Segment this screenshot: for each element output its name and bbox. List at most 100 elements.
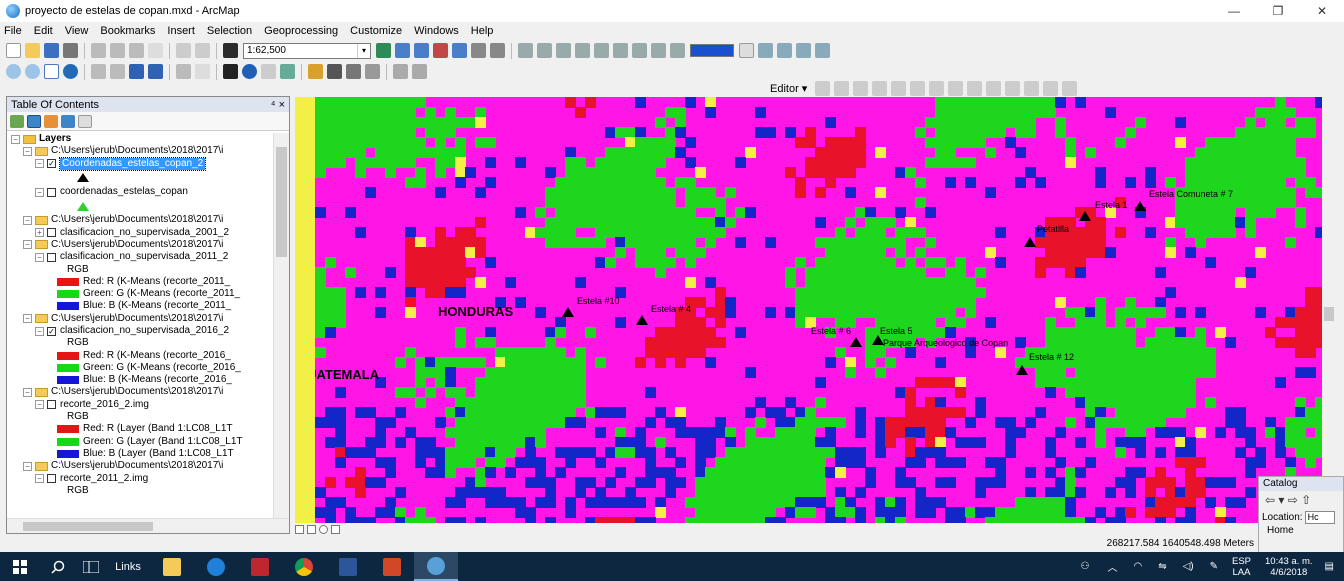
input-language[interactable]: ESP LAA <box>1232 556 1251 578</box>
point-icon[interactable] <box>910 80 926 96</box>
toc-row[interactable]: − C:\Users\jerub\Documents\2018\2017\i <box>7 214 275 226</box>
menu-item-geoprocessing[interactable]: Geoprocessing <box>264 25 338 37</box>
toc-row[interactable]: Green: G (K-Means (recorte_2016_ <box>7 362 275 374</box>
fixed-zoom-in-icon[interactable] <box>91 64 106 79</box>
expand-toggle-icon[interactable]: − <box>35 159 44 169</box>
expand-toggle-icon[interactable]: − <box>23 387 32 397</box>
start-button[interactable] <box>0 552 40 581</box>
layer-visibility-checkbox[interactable] <box>47 252 56 262</box>
toc-row[interactable]: Blue: B (Layer (Band 1:LC08_L1T <box>7 448 275 460</box>
georef-tool-3-icon[interactable] <box>556 43 571 58</box>
end-point-arc-icon[interactable] <box>872 80 888 96</box>
maximize-button[interactable]: ❐ <box>1256 0 1300 22</box>
time-slider-icon[interactable] <box>393 64 408 79</box>
toc-row[interactable]: − C:\Users\jerub\Documents\2018\2017\i <box>7 145 275 157</box>
layer-visibility-checkbox[interactable] <box>47 400 56 410</box>
toc-row[interactable] <box>7 170 275 186</box>
sketch-properties-icon[interactable] <box>1043 80 1059 96</box>
save-icon[interactable] <box>44 43 59 58</box>
map-scale-input[interactable]: 1:62,500 ▾ <box>243 42 371 59</box>
options-icon[interactable] <box>78 114 92 128</box>
toc-vertical-scrollbar[interactable] <box>273 133 289 519</box>
layout-view-button[interactable] <box>307 524 316 534</box>
toc-row[interactable]: − recorte_2011_2.img <box>7 472 275 484</box>
toc-row[interactable]: − C:\Users\jerub\Documents\2018\2017\i <box>7 460 275 472</box>
menu-item-help[interactable]: Help <box>471 25 494 37</box>
edge-button[interactable] <box>194 552 238 581</box>
volume-icon[interactable]: ◁) <box>1183 561 1194 572</box>
toc-row[interactable]: RGB <box>7 263 275 275</box>
python-icon[interactable] <box>471 43 486 58</box>
toc-row[interactable]: − Layers <box>7 133 275 145</box>
menu-item-bookmarks[interactable]: Bookmarks <box>100 25 155 37</box>
expand-toggle-icon[interactable]: − <box>23 461 32 471</box>
menu-item-edit[interactable]: Edit <box>34 25 53 37</box>
expand-toggle-icon[interactable]: − <box>23 240 32 250</box>
cut-icon[interactable] <box>91 43 106 58</box>
layer-visibility-checkbox[interactable] <box>47 187 56 197</box>
black-triangle-symbol-icon[interactable] <box>77 173 89 183</box>
select-elements-icon[interactable] <box>223 64 238 79</box>
expand-toggle-icon[interactable]: − <box>35 187 44 197</box>
expand-toggle-icon[interactable]: − <box>35 326 44 336</box>
search-button[interactable] <box>40 552 76 581</box>
catalog-navigation[interactable]: ⇦ ▾ ⇨ ⇧ <box>1259 491 1343 509</box>
toc-row[interactable] <box>7 198 275 214</box>
add-data-icon[interactable] <box>223 43 238 58</box>
measure-icon[interactable] <box>308 64 323 79</box>
georef-tool-1-icon[interactable] <box>518 43 533 58</box>
pan-icon[interactable] <box>44 64 59 79</box>
editor-toolbar-icon[interactable] <box>376 43 391 58</box>
layout-tool-2-icon[interactable] <box>777 43 792 58</box>
task-view-button[interactable] <box>76 552 106 581</box>
select-features-icon[interactable] <box>176 64 191 79</box>
straight-segment-icon[interactable] <box>853 80 869 96</box>
expand-toggle-icon[interactable]: − <box>11 134 20 144</box>
expand-toggle-icon[interactable]: − <box>23 215 32 225</box>
create-features-icon[interactable] <box>1062 80 1078 96</box>
georef-tool-6-icon[interactable] <box>613 43 628 58</box>
html-popup-icon[interactable] <box>261 64 276 79</box>
dropdown-icon[interactable] <box>739 43 754 58</box>
split-icon[interactable] <box>986 80 1002 96</box>
toc-row[interactable]: RGB <box>7 411 275 423</box>
toc-row[interactable]: − clasificacion_no_supervisada_2011_2 <box>7 251 275 263</box>
chevron-down-icon[interactable]: ▾ <box>357 43 370 58</box>
edit-tool-icon[interactable] <box>815 80 831 96</box>
stela-point[interactable] <box>850 337 862 347</box>
open-icon[interactable] <box>25 43 40 58</box>
expand-toggle-icon[interactable]: − <box>35 252 44 262</box>
list-by-visibility-icon[interactable] <box>44 114 58 128</box>
toc-pin-close[interactable]: ⁴ × <box>271 99 285 111</box>
stela-point[interactable] <box>1016 365 1028 375</box>
people-icon[interactable]: ⚇ <box>1080 561 1089 572</box>
toc-row[interactable]: − recorte_2016_2.img <box>7 399 275 411</box>
location-input[interactable]: Hc <box>1304 510 1335 524</box>
toc-window-icon[interactable] <box>395 43 410 58</box>
menu-item-customize[interactable]: Customize <box>350 25 402 37</box>
clock[interactable]: 10:43 a. m. 4/6/2018 <box>1265 556 1313 578</box>
toc-row[interactable]: Green: G (K-Means (recorte_2011_ <box>7 288 275 300</box>
georef-tool-7-icon[interactable] <box>632 43 647 58</box>
stela-point[interactable] <box>636 315 648 325</box>
layout-tool-icon[interactable] <box>758 43 773 58</box>
expand-toggle-icon[interactable]: − <box>35 474 44 484</box>
toc-layer-tree[interactable]: − Layers − C:\Users\jerub\Documents\2018\20… <box>7 133 275 519</box>
stela-point[interactable] <box>1134 201 1146 211</box>
zoom-in-icon[interactable] <box>6 64 21 79</box>
refresh-button[interactable] <box>319 524 328 534</box>
toc-row[interactable]: − C:\Users\jerub\Documents\2018\2017\i <box>7 313 275 325</box>
attributes-icon[interactable] <box>1024 80 1040 96</box>
menu-item-selection[interactable]: Selection <box>207 25 252 37</box>
clear-selection-icon[interactable] <box>195 64 210 79</box>
toc-row[interactable]: + clasificacion_no_supervisada_2001_2 <box>7 226 275 238</box>
toc-row[interactable]: RGB <box>7 337 275 349</box>
stela-point[interactable] <box>1079 211 1091 221</box>
find-route-icon[interactable] <box>346 64 361 79</box>
chrome-button[interactable] <box>282 552 326 581</box>
undo-icon[interactable] <box>176 43 191 58</box>
toc-row[interactable]: Red: R (Layer (Band 1:LC08_L1T <box>7 423 275 435</box>
toc-row[interactable]: − C:\Users\jerub\Documents\2018\2017\i <box>7 386 275 398</box>
trace-icon[interactable] <box>891 80 907 96</box>
copy-icon[interactable] <box>110 43 125 58</box>
